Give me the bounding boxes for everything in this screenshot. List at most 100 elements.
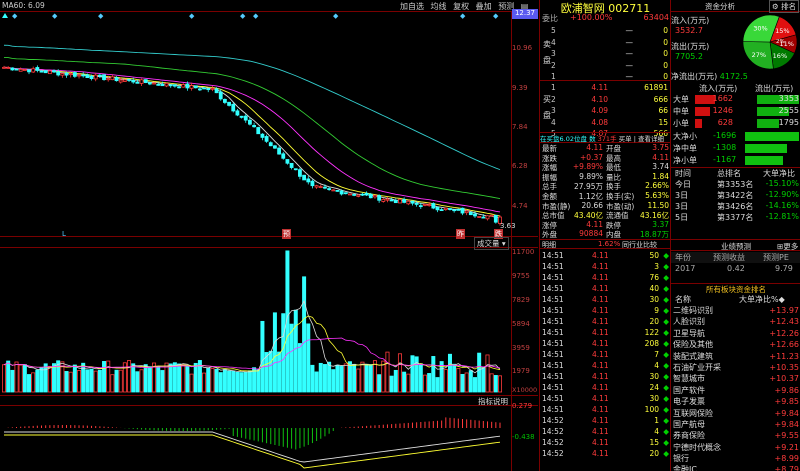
ask-price[interactable]: — [585, 37, 634, 49]
macd-chart[interactable] [0, 406, 510, 471]
volume-bar[interactable] [318, 362, 323, 393]
sector-row[interactable]: 互联网保险 +9.84 [671, 408, 800, 419]
candle[interactable] [414, 203, 419, 205]
candle[interactable] [147, 82, 152, 85]
volume-bar[interactable] [385, 351, 390, 393]
volume-bar[interactable] [422, 374, 427, 393]
volume-bar[interactable] [131, 363, 136, 393]
ask-price[interactable]: — [585, 48, 634, 60]
candle[interactable] [264, 136, 269, 142]
candle[interactable] [160, 83, 165, 87]
volume-bar[interactable] [81, 362, 86, 393]
volume-bar[interactable] [235, 371, 240, 393]
bid-price[interactable]: 4.11 [566, 82, 609, 94]
marker-yesterday[interactable]: 昨 [456, 229, 465, 239]
volume-bar[interactable] [177, 363, 182, 393]
candle[interactable] [189, 85, 194, 89]
ask-price[interactable]: — [585, 60, 634, 72]
volume-bar[interactable] [281, 313, 286, 393]
volume-bar[interactable] [335, 364, 340, 393]
volume-bar[interactable] [202, 372, 207, 393]
candle[interactable] [277, 147, 281, 155]
candle[interactable] [89, 75, 94, 80]
candle[interactable] [273, 145, 277, 149]
candle[interactable] [389, 199, 394, 202]
candle[interactable] [248, 119, 252, 125]
volume-bar[interactable] [347, 361, 352, 393]
candle[interactable] [39, 70, 44, 73]
candle[interactable] [164, 82, 169, 87]
volume-bar[interactable] [189, 373, 194, 393]
candle[interactable] [102, 74, 106, 81]
sector-row[interactable]: 石油矿业开采 +10.35 [671, 362, 800, 373]
volume-bar[interactable] [377, 374, 382, 393]
volume-bar[interactable] [68, 371, 73, 393]
candle[interactable] [135, 81, 140, 84]
volume-bar[interactable] [372, 360, 377, 393]
candle[interactable] [85, 74, 90, 79]
candle[interactable] [256, 127, 261, 135]
candle[interactable] [473, 213, 477, 217]
volume-bar[interactable] [264, 352, 269, 393]
volume-bar[interactable] [35, 369, 40, 393]
volume-bar[interactable] [39, 367, 44, 393]
candle[interactable] [139, 79, 144, 84]
volume-bar[interactable] [497, 375, 502, 393]
volume-bar[interactable] [443, 369, 448, 393]
candle[interactable] [339, 190, 344, 195]
volume-bar[interactable] [260, 320, 265, 393]
volume-bar[interactable] [306, 323, 311, 393]
sector-row[interactable]: 国产软件 +9.86 [671, 385, 800, 396]
volume-bar[interactable] [89, 368, 94, 393]
volume-bar[interactable] [143, 364, 148, 393]
volume-bar[interactable] [52, 363, 57, 393]
candle[interactable] [93, 74, 98, 80]
volume-bar[interactable] [268, 350, 273, 393]
volume-bar[interactable] [468, 370, 473, 393]
candle[interactable] [122, 79, 127, 82]
forecast-more-button[interactable]: ⊞更多 [777, 241, 798, 252]
volume-bar[interactable] [14, 361, 19, 393]
volume-bar[interactable] [64, 371, 69, 393]
volume-bar[interactable] [431, 356, 436, 393]
candle[interactable] [6, 67, 11, 69]
candle[interactable] [114, 77, 119, 82]
candle[interactable] [360, 193, 365, 196]
fund-pie-chart[interactable]: 15%11%16%27%30%2% [741, 13, 799, 71]
volume-bar[interactable] [289, 323, 294, 393]
volume-bar[interactable] [106, 360, 111, 393]
volume-bar[interactable] [31, 372, 36, 393]
volume-bar[interactable] [172, 362, 177, 393]
volume-bar[interactable] [85, 369, 90, 393]
volume-bar[interactable] [418, 363, 423, 393]
candle[interactable] [331, 189, 336, 192]
candle[interactable] [456, 208, 461, 211]
volume-bar[interactable] [447, 353, 452, 393]
candle[interactable] [285, 159, 290, 164]
volume-bar[interactable] [77, 370, 82, 393]
volume-bar[interactable] [352, 363, 357, 393]
event-marker[interactable]: ◆ [460, 12, 465, 20]
sector-row[interactable]: 人脸识别 +12.43 [671, 316, 800, 327]
volume-bar[interactable] [493, 375, 498, 393]
volume-bar[interactable] [460, 373, 465, 393]
volume-bar[interactable] [293, 309, 298, 393]
candle[interactable] [335, 190, 340, 192]
volume-bar[interactable] [56, 360, 61, 393]
candle[interactable] [152, 82, 156, 85]
candle[interactable] [214, 88, 219, 94]
volume-bar[interactable] [472, 377, 477, 393]
candle[interactable] [243, 115, 248, 121]
candle[interactable] [131, 80, 136, 83]
candle[interactable] [418, 205, 423, 208]
candle[interactable] [393, 200, 398, 204]
candle[interactable] [106, 78, 111, 81]
candle[interactable] [493, 214, 498, 223]
sector-list[interactable]: 二维码识别 +13.97 人脸识别 +12.43 卫星导航 +12.26 保险及其他 +12.… [671, 305, 800, 471]
candle[interactable] [302, 174, 307, 181]
volume-bar[interactable] [10, 369, 15, 393]
candle[interactable] [427, 204, 432, 206]
volume-bar[interactable] [364, 363, 369, 393]
volume-chart[interactable] [0, 248, 510, 394]
volume-bar[interactable] [485, 354, 490, 393]
